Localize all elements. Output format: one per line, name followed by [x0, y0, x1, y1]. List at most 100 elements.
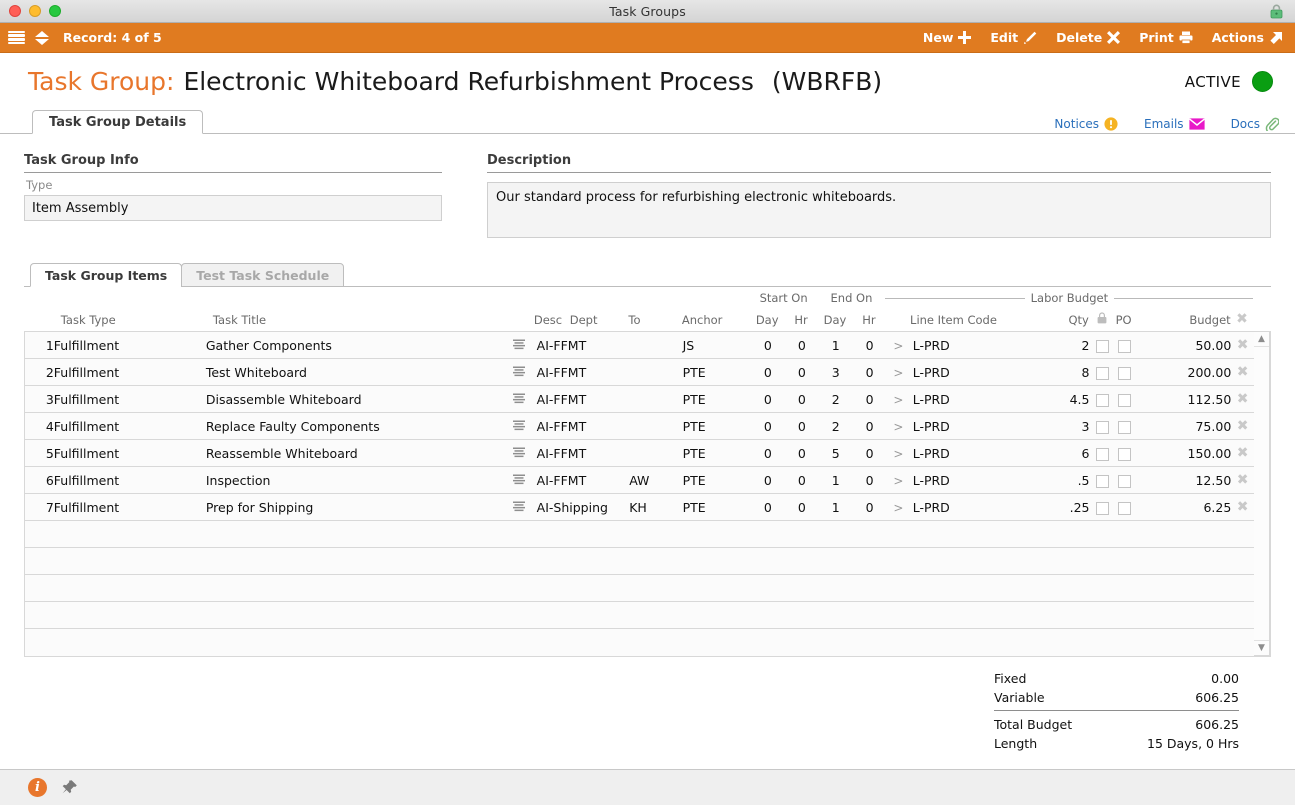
- row-delete-button[interactable]: ✖: [1231, 493, 1254, 521]
- cell-lock-checkbox[interactable]: [1089, 385, 1117, 413]
- cell-po-checkbox[interactable]: [1116, 493, 1158, 521]
- cell-task-title[interactable]: Reassemble Whiteboard: [205, 439, 504, 467]
- cell-task-type[interactable]: Fulfillment: [53, 412, 206, 440]
- table-row[interactable]: 7 Fulfillment Prep for Shipping AI-Shipping…: [25, 493, 1254, 521]
- cell-expand-icon[interactable]: >: [886, 466, 911, 494]
- cell-empty[interactable]: [750, 601, 786, 629]
- scroll-down-icon[interactable]: ▼: [1254, 639, 1269, 655]
- cell-empty[interactable]: [1023, 601, 1090, 629]
- cell-start-day[interactable]: 0: [750, 358, 786, 386]
- cell-empty[interactable]: [1157, 547, 1232, 575]
- edit-button[interactable]: Edit: [990, 30, 1037, 45]
- cell-budget[interactable]: 12.50: [1157, 466, 1232, 494]
- cell-empty[interactable]: [25, 520, 54, 548]
- cell-start-day[interactable]: 0: [750, 466, 786, 494]
- tab-task-group-items[interactable]: Task Group Items: [30, 263, 183, 287]
- cell-to[interactable]: AW: [629, 466, 683, 494]
- cell-line-item-code[interactable]: L-PRD: [910, 439, 1024, 467]
- cell-end-hr[interactable]: 0: [853, 493, 887, 521]
- cell-empty[interactable]: [53, 574, 206, 602]
- cell-empty[interactable]: [1231, 520, 1254, 548]
- cell-expand-icon[interactable]: >: [886, 439, 911, 467]
- cell-empty[interactable]: [682, 574, 751, 602]
- cell-empty[interactable]: [1089, 601, 1117, 629]
- cell-budget[interactable]: 112.50: [1157, 385, 1232, 413]
- cell-to[interactable]: [629, 385, 683, 413]
- cell-expand-icon[interactable]: >: [886, 358, 911, 386]
- cell-to[interactable]: [629, 439, 683, 467]
- print-button[interactable]: Print: [1139, 30, 1193, 45]
- cell-qty[interactable]: 3: [1023, 412, 1090, 440]
- cell-end-day[interactable]: 2: [818, 412, 854, 440]
- cell-end-day[interactable]: 3: [818, 358, 854, 386]
- cell-empty[interactable]: [853, 601, 887, 629]
- row-delete-button[interactable]: ✖: [1231, 412, 1254, 440]
- cell-qty[interactable]: .25: [1023, 493, 1090, 521]
- cell-line-item-code[interactable]: L-PRD: [910, 385, 1024, 413]
- cell-start-hr[interactable]: 0: [785, 358, 819, 386]
- cell-empty[interactable]: [25, 601, 54, 629]
- cell-empty[interactable]: [629, 520, 683, 548]
- cell-empty[interactable]: [1023, 574, 1090, 602]
- cell-empty[interactable]: [1157, 601, 1232, 629]
- info-icon[interactable]: i: [28, 778, 47, 797]
- cell-empty[interactable]: [1023, 520, 1090, 548]
- cell-empty[interactable]: [886, 601, 911, 629]
- cell-empty[interactable]: [53, 520, 206, 548]
- cell-empty[interactable]: [1116, 520, 1158, 548]
- cell-task-title[interactable]: Inspection: [205, 466, 504, 494]
- cell-empty[interactable]: [205, 574, 504, 602]
- cell-empty[interactable]: [1157, 520, 1232, 548]
- table-row-empty[interactable]: [25, 628, 1254, 656]
- cell-empty[interactable]: [1023, 628, 1090, 656]
- cell-line-item-code[interactable]: L-PRD: [910, 358, 1024, 386]
- cell-empty[interactable]: [53, 628, 206, 656]
- description-field[interactable]: Our standard process for refurbishing el…: [487, 182, 1271, 238]
- cell-po-checkbox[interactable]: [1116, 466, 1158, 494]
- cell-empty[interactable]: [785, 601, 819, 629]
- table-row[interactable]: 3 Fulfillment Disassemble Whiteboard AI-FFM…: [25, 385, 1254, 413]
- cell-budget[interactable]: 50.00: [1157, 331, 1232, 359]
- table-row[interactable]: 6 Fulfillment Inspection AI-FFMT AW PTE 0 0 1 0 > L…: [25, 466, 1254, 494]
- cell-anchor[interactable]: PTE: [682, 358, 751, 386]
- cell-empty[interactable]: [1116, 628, 1158, 656]
- cell-dept[interactable]: AI-FFMT: [534, 466, 630, 494]
- cell-empty[interactable]: [785, 628, 819, 656]
- cell-empty[interactable]: [53, 601, 206, 629]
- col-end-day[interactable]: Day: [818, 309, 853, 331]
- cell-empty[interactable]: [1231, 601, 1254, 629]
- cell-empty[interactable]: [1023, 547, 1090, 575]
- row-delete-button[interactable]: ✖: [1231, 466, 1254, 494]
- cell-budget[interactable]: 6.25: [1157, 493, 1232, 521]
- cell-empty[interactable]: [818, 547, 854, 575]
- cell-empty[interactable]: [503, 547, 535, 575]
- actions-button[interactable]: Actions: [1212, 30, 1283, 45]
- col-line-item-code[interactable]: Line Item Code: [910, 309, 1023, 331]
- cell-empty[interactable]: [910, 520, 1024, 548]
- cell-empty[interactable]: [205, 628, 504, 656]
- cell-empty[interactable]: [886, 628, 911, 656]
- lock-icon[interactable]: [1270, 4, 1283, 19]
- cell-line-item-code[interactable]: L-PRD: [910, 331, 1024, 359]
- cell-budget[interactable]: 200.00: [1157, 358, 1232, 386]
- cell-empty[interactable]: [534, 574, 630, 602]
- cell-qty[interactable]: 2: [1023, 331, 1090, 359]
- cell-empty[interactable]: [886, 574, 911, 602]
- table-row-empty[interactable]: [25, 547, 1254, 575]
- row-delete-button[interactable]: ✖: [1231, 358, 1254, 386]
- cell-anchor[interactable]: PTE: [682, 466, 751, 494]
- cell-empty[interactable]: [503, 574, 535, 602]
- cell-anchor[interactable]: JS: [682, 331, 751, 359]
- cell-qty[interactable]: .5: [1023, 466, 1090, 494]
- cell-empty[interactable]: [785, 547, 819, 575]
- desc-icon[interactable]: [513, 447, 526, 458]
- table-row[interactable]: 5 Fulfillment Reassemble Whiteboard AI-FFMT…: [25, 439, 1254, 467]
- cell-lock-checkbox[interactable]: [1089, 466, 1117, 494]
- col-qty[interactable]: Qty: [1023, 309, 1089, 331]
- cell-empty[interactable]: [682, 601, 751, 629]
- cell-po-checkbox[interactable]: [1116, 358, 1158, 386]
- cell-expand-icon[interactable]: >: [886, 493, 911, 521]
- desc-icon[interactable]: [513, 501, 526, 512]
- table-row[interactable]: 1 Fulfillment Gather Components AI-FFMT JS 0 0…: [25, 331, 1254, 359]
- cell-to[interactable]: [629, 331, 683, 359]
